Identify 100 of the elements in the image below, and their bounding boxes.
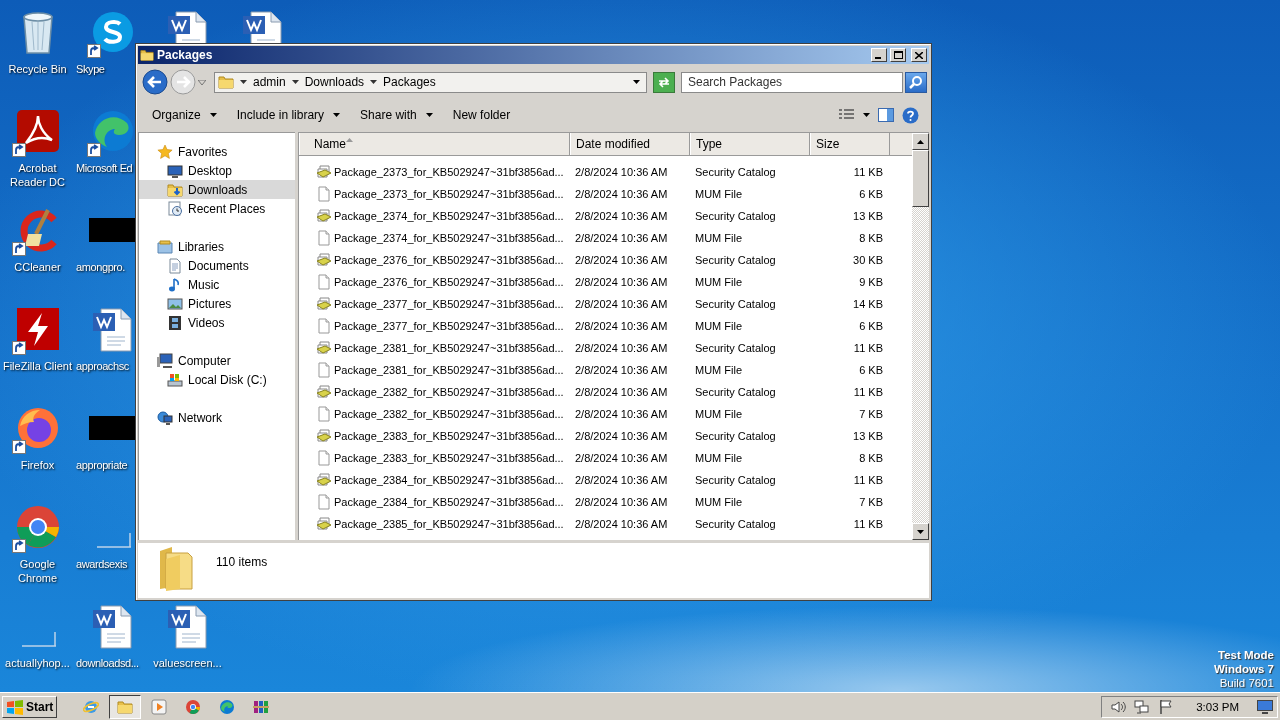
column-header[interactable]: Type — [690, 133, 810, 155]
breadcrumb-arrow-icon — [370, 80, 378, 84]
local-disk-icon — [167, 371, 183, 388]
history-dropdown[interactable] — [198, 79, 206, 85]
breadcrumb[interactable]: Downloads — [304, 75, 365, 89]
close-icon — [915, 51, 923, 59]
nav-item[interactable]: Music — [139, 275, 295, 294]
toolbar-button[interactable]: Include in library — [228, 105, 349, 125]
file-name[interactable]: Package_2382_for_KB5029247~31bf3856ad... — [334, 386, 564, 398]
thumbnail-icon[interactable] — [88, 218, 135, 242]
clock[interactable]: 3:03 PM — [1196, 700, 1239, 713]
date-cell-text: 2/8/2024 10:36 AM — [574, 254, 669, 266]
icon-label: CCleaner — [14, 260, 61, 274]
size-cell-text: 7 KB — [858, 496, 884, 508]
nav-item[interactable]: Pictures — [139, 294, 295, 313]
nav-item[interactable]: Recent Places — [139, 199, 295, 218]
list-view-icon — [839, 109, 855, 121]
toolbar-button[interactable]: Organize — [144, 105, 225, 125]
nav-item[interactable]: Computer — [139, 351, 295, 370]
column-header[interactable]: Size — [810, 133, 890, 155]
column-header[interactable]: Date modified — [570, 133, 690, 155]
file-name[interactable]: Package_2374_for_KB5029247~31bf3856ad... — [334, 210, 564, 222]
system-watermark-text: Windows 7 — [1214, 662, 1274, 676]
column-header[interactable]: Name — [299, 133, 570, 155]
file-icon — [316, 186, 332, 202]
address-bar[interactable]: admin Downloads Packages — [214, 71, 647, 93]
file-name[interactable]: Package_2377_for_KB5029247~31bf3856ad... — [334, 298, 564, 310]
type-cell-text: MUM File — [694, 276, 744, 288]
catalog-file-icon — [316, 296, 332, 312]
type-cell-text: MUM File — [694, 232, 744, 244]
search-field[interactable]: Search Packages — [681, 71, 903, 93]
file-name[interactable]: Package_2383_for_KB5029247~31bf3856ad... — [334, 430, 564, 442]
type-cell-text: MUM File — [694, 364, 744, 376]
date-cell-text: 2/8/2024 10:36 AM — [574, 320, 669, 332]
breadcrumb[interactable]: Packages — [383, 75, 436, 89]
file-name[interactable]: Package_2374_for_KB5029247~31bf3856ad... — [334, 232, 564, 244]
maximize-button[interactable] — [890, 48, 906, 62]
scroll-down-button[interactable] — [912, 523, 929, 540]
network-button[interactable] — [1134, 698, 1151, 715]
toolbar-button[interactable]: New folder — [444, 105, 519, 125]
start-button[interactable]: Start — [2, 695, 58, 718]
scrollbar-thumb[interactable] — [912, 150, 929, 207]
file-name[interactable]: Package_2376_for_KB5029247~31bf3856ad... — [334, 276, 564, 288]
type-cell-text: MUM File — [694, 452, 744, 464]
thumbnail-icon[interactable] — [88, 416, 135, 440]
action-center-button[interactable] — [1158, 698, 1175, 715]
search-button[interactable] — [905, 71, 927, 93]
size-cell-text: 13 KB — [852, 210, 884, 222]
file-icon — [316, 362, 332, 378]
type-cell-text: Security Catalog — [694, 518, 777, 530]
file-name[interactable]: Package_2384_for_KB5029247~31bf3856ad... — [334, 474, 564, 486]
file-icon — [316, 494, 332, 510]
taskbar-button[interactable] — [109, 694, 142, 719]
minimize-button[interactable] — [871, 48, 887, 62]
type-cell-text: Security Catalog — [694, 210, 777, 222]
file-name[interactable]: Package_2385_for_KB5029247~31bf3856ad... — [334, 518, 564, 530]
toolbar-button[interactable]: Share with — [352, 105, 441, 125]
folder-icon — [140, 47, 154, 63]
size-cell-text: 11 KB — [852, 166, 884, 178]
nav-item[interactable]: Downloads — [139, 180, 295, 199]
nav-item[interactable]: Desktop — [139, 161, 295, 180]
file-name[interactable]: Package_2376_for_KB5029247~31bf3856ad... — [334, 254, 564, 266]
file-name[interactable]: Package_2373_for_KB5029247~31bf3856ad... — [334, 188, 564, 200]
nav-item[interactable]: Libraries — [139, 237, 295, 256]
window-title: Packages — [157, 48, 214, 62]
nav-item[interactable]: Documents — [139, 256, 295, 275]
nav-item[interactable]: Videos — [139, 313, 295, 332]
size-cell-text: 6 KB — [858, 364, 884, 376]
volume-button[interactable] — [1110, 698, 1127, 715]
file-name[interactable]: Package_2382_for_KB5029247~31bf3856ad... — [334, 408, 564, 420]
scroll-up-button[interactable] — [912, 133, 929, 150]
file-icon — [316, 450, 332, 466]
nav-item[interactable]: Local Disk (C:) — [139, 370, 295, 389]
nav-item[interactable]: Favorites — [139, 142, 295, 161]
vertical-scrollbar[interactable] — [912, 133, 929, 540]
type-cell-text: MUM File — [694, 496, 744, 508]
speaker-icon — [1110, 698, 1127, 715]
icon-label: actuallyhop... — [5, 656, 70, 670]
media-player-icon — [151, 698, 168, 715]
file-name[interactable]: Package_2373_for_KB5029247~31bf3856ad... — [334, 166, 564, 178]
file-name[interactable]: Package_2377_for_KB5029247~31bf3856ad... — [334, 320, 564, 332]
nav-item[interactable]: Network — [139, 408, 295, 427]
file-name[interactable]: Package_2384_for_KB5029247~31bf3856ad... — [334, 496, 564, 508]
catalog-file-icon — [316, 516, 332, 532]
file-name[interactable]: Package_2381_for_KB5029247~31bf3856ad... — [334, 342, 564, 354]
breadcrumb[interactable]: admin — [253, 75, 286, 89]
film-strip-icon — [167, 314, 183, 331]
refresh-button[interactable] — [653, 71, 675, 93]
file-name[interactable]: Package_2381_for_KB5029247~31bf3856ad... — [334, 364, 564, 376]
show-desktop-button[interactable] — [1257, 699, 1273, 714]
maximize-icon — [893, 51, 903, 59]
caret-icon — [863, 113, 870, 117]
date-cell-text: 2/8/2024 10:36 AM — [574, 232, 669, 244]
back-button[interactable] — [142, 69, 168, 95]
file-name[interactable]: Package_2383_for_KB5029247~31bf3856ad... — [334, 452, 564, 464]
date-cell-text: 2/8/2024 10:36 AM — [574, 408, 669, 420]
catalog-file-icon — [316, 384, 332, 400]
icon-label: valuescreen... — [153, 656, 222, 670]
size-cell-text: 6 KB — [858, 188, 884, 200]
close-button[interactable] — [911, 48, 927, 62]
